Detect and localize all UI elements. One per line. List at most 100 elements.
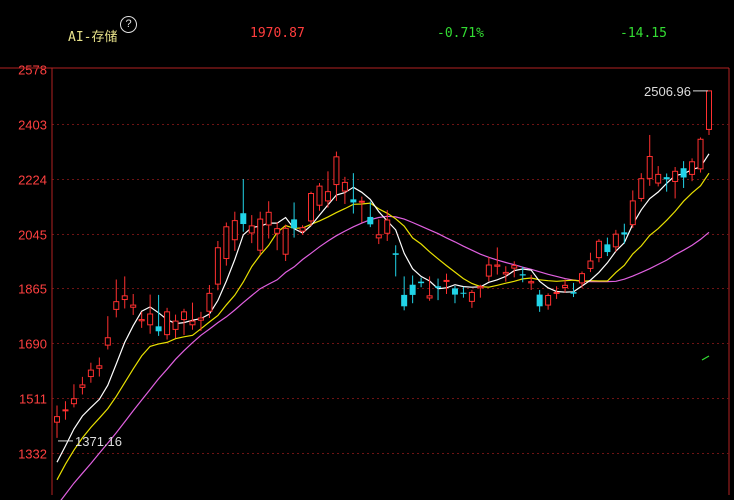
candle-body bbox=[468, 291, 475, 302]
candle-body bbox=[511, 265, 518, 269]
candle bbox=[189, 302, 196, 330]
candle-body bbox=[621, 232, 628, 235]
candle bbox=[680, 161, 687, 188]
candle bbox=[502, 266, 509, 282]
candle-body bbox=[350, 199, 357, 203]
candle bbox=[341, 176, 348, 204]
candle-body bbox=[680, 168, 687, 178]
candle-body bbox=[485, 264, 492, 277]
candle bbox=[587, 252, 594, 273]
candle bbox=[274, 222, 281, 251]
candle bbox=[257, 211, 264, 255]
candle bbox=[672, 167, 679, 199]
candle-body bbox=[443, 279, 450, 282]
candle bbox=[96, 357, 103, 377]
candlestick-chart[interactable]: 2578 2403 2224 2045 1865 1690 1511 1332 2506.96… bbox=[0, 0, 734, 500]
candle-body bbox=[121, 295, 128, 301]
candle bbox=[265, 201, 272, 239]
candle-body bbox=[460, 292, 467, 294]
candle bbox=[536, 289, 543, 312]
candle bbox=[316, 183, 323, 211]
ma20-series bbox=[60, 215, 710, 500]
candle-body bbox=[206, 292, 213, 312]
candle bbox=[54, 405, 60, 438]
candle bbox=[367, 201, 374, 228]
candle bbox=[308, 191, 315, 226]
candle-body bbox=[409, 284, 416, 295]
candle-body bbox=[240, 213, 247, 225]
y-axis-ticks: 2578 2403 2224 2045 1865 1690 1511 1332 bbox=[18, 63, 47, 462]
candle-body bbox=[164, 311, 171, 336]
y-tick-label: 2224 bbox=[18, 173, 47, 188]
candle bbox=[401, 276, 408, 311]
candle bbox=[214, 240, 221, 291]
candle-body bbox=[477, 286, 484, 289]
candle-body bbox=[578, 273, 585, 284]
candle bbox=[231, 211, 238, 251]
candle-body bbox=[545, 295, 552, 306]
candle bbox=[87, 362, 94, 383]
candle bbox=[79, 376, 86, 395]
candle-body bbox=[79, 384, 86, 388]
candle bbox=[646, 134, 653, 186]
candle-body bbox=[494, 264, 501, 267]
candle-body bbox=[384, 219, 391, 234]
y-tick-label: 1332 bbox=[18, 447, 47, 462]
candle-body bbox=[324, 191, 331, 202]
ma10-series bbox=[56, 172, 710, 481]
candle-body bbox=[638, 178, 645, 199]
candle-body bbox=[672, 170, 679, 182]
candle bbox=[375, 219, 382, 245]
candle bbox=[291, 202, 298, 238]
candle-body bbox=[113, 301, 120, 310]
candle bbox=[689, 158, 696, 182]
candle bbox=[206, 285, 213, 319]
candle-body bbox=[257, 218, 264, 251]
candle bbox=[70, 384, 77, 408]
candle bbox=[155, 294, 162, 336]
signal-mark bbox=[701, 355, 710, 361]
candle-body bbox=[265, 211, 272, 226]
candle-body bbox=[214, 247, 221, 285]
high-label: 2506.96 bbox=[644, 84, 691, 99]
candle-body bbox=[104, 337, 111, 346]
y-tick-label: 2578 bbox=[18, 63, 47, 78]
candle bbox=[468, 289, 475, 308]
candle bbox=[451, 285, 458, 304]
candle-body bbox=[172, 320, 179, 330]
candle-body bbox=[274, 228, 281, 234]
candle bbox=[223, 222, 230, 266]
candle-body bbox=[181, 311, 188, 321]
candle-body bbox=[299, 227, 306, 232]
y-tick-label: 1690 bbox=[18, 337, 47, 352]
low-label: 1371.16 bbox=[75, 434, 122, 449]
candle-body bbox=[197, 317, 204, 321]
candle bbox=[460, 286, 467, 298]
candle-body bbox=[367, 216, 374, 225]
candle bbox=[621, 223, 628, 244]
candle-body bbox=[333, 156, 340, 186]
candle-body bbox=[595, 240, 602, 259]
candle bbox=[172, 314, 179, 339]
candle-body bbox=[341, 181, 348, 192]
candle bbox=[164, 307, 171, 340]
candle bbox=[528, 274, 535, 290]
candle-body bbox=[291, 219, 298, 229]
candle bbox=[604, 237, 611, 257]
candle bbox=[240, 179, 247, 232]
candle bbox=[638, 173, 645, 202]
candle bbox=[477, 284, 484, 298]
candle bbox=[350, 173, 357, 214]
candle bbox=[130, 293, 137, 315]
candle-body bbox=[562, 284, 569, 289]
y-tick-label: 1511 bbox=[19, 392, 47, 407]
candle-body bbox=[96, 365, 103, 369]
candle-body bbox=[689, 161, 696, 175]
candle bbox=[392, 245, 399, 277]
candle-body bbox=[147, 313, 154, 326]
candle-body bbox=[62, 409, 69, 412]
candle-body bbox=[451, 288, 458, 295]
candle bbox=[612, 229, 619, 252]
candle bbox=[697, 137, 704, 173]
candle bbox=[62, 401, 69, 420]
